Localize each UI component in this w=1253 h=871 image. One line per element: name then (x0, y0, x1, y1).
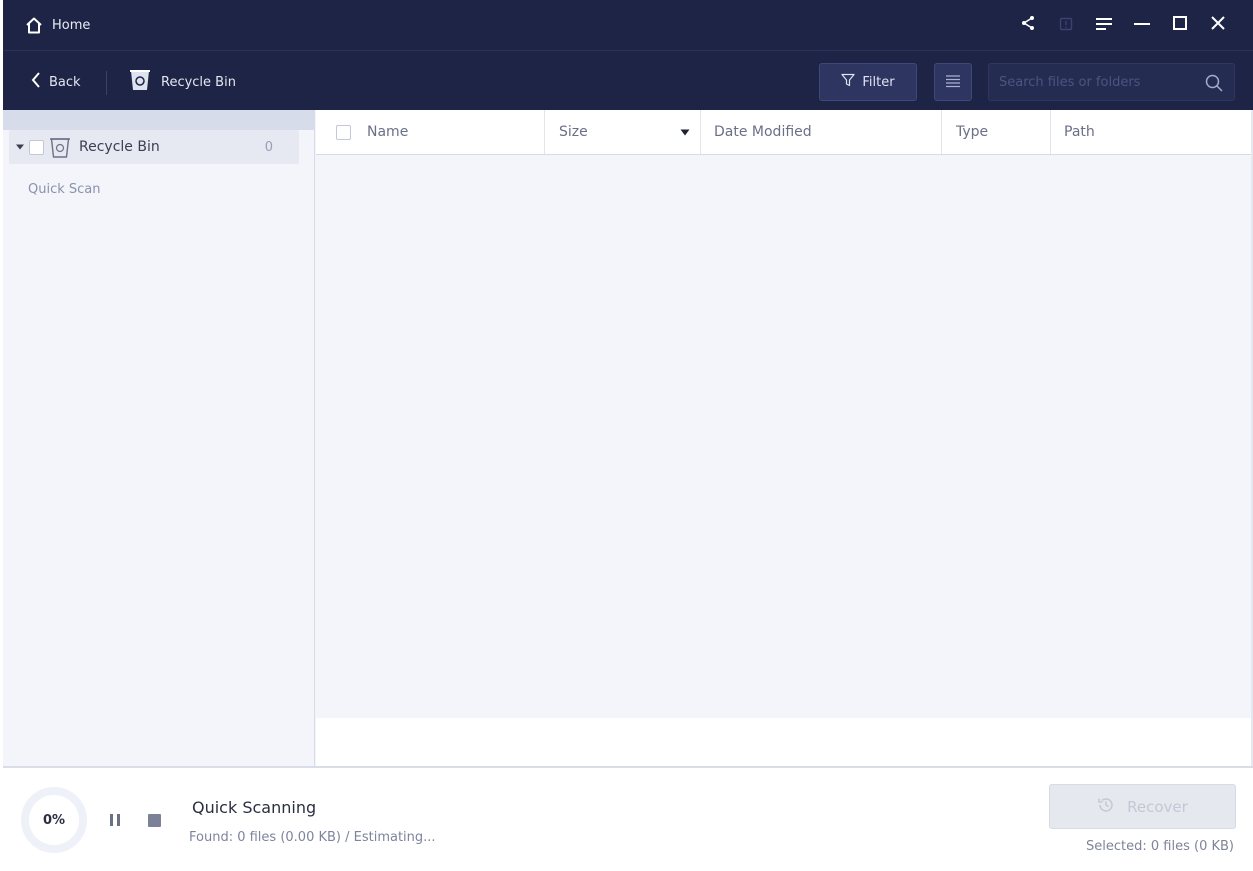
status-bar: 0% Quick Scanning Found: 0 files (0.00 K… (3, 766, 1253, 871)
scan-progress-ring: 0% (21, 787, 87, 853)
recycle-bin-icon (48, 135, 72, 159)
menu-button[interactable] (1085, 12, 1123, 38)
pause-button[interactable] (105, 814, 125, 830)
caret-down-icon[interactable] (13, 143, 27, 151)
feedback-button[interactable] (1047, 12, 1085, 38)
close-button[interactable] (1199, 12, 1237, 38)
quick-scan-label: Quick Scan (28, 182, 101, 197)
column-header-size[interactable]: Size (545, 110, 701, 154)
selected-summary: Selected: 0 files (0 KB) (1086, 839, 1234, 854)
toolbar-divider (106, 71, 107, 95)
search-icon[interactable] (1204, 73, 1224, 93)
recycle-bin-icon (129, 68, 151, 96)
share-icon (1020, 15, 1036, 35)
tree-item-checkbox[interactable] (29, 139, 44, 155)
column-header-path[interactable]: Path (1051, 110, 1251, 154)
file-table: Name Size Date Modified Type Path (316, 110, 1251, 718)
sort-desc-icon (680, 124, 690, 140)
feedback-icon (1059, 16, 1073, 35)
recover-label: Recover (1127, 797, 1188, 816)
breadcrumb: Recycle Bin (129, 69, 236, 95)
table-footer (316, 718, 1251, 766)
pause-icon (110, 814, 113, 826)
share-button[interactable] (1009, 12, 1047, 38)
table-header: Name Size Date Modified Type Path (316, 110, 1251, 155)
column-label-type: Type (956, 124, 989, 140)
window-controls (1009, 12, 1237, 38)
close-icon (1210, 15, 1226, 35)
home-icon (25, 17, 43, 34)
chevron-left-icon (31, 72, 41, 92)
recover-icon (1097, 796, 1115, 818)
sidebar-header (3, 110, 315, 130)
app-window: Home Back Recycle Bin Filter Search file… (3, 0, 1253, 871)
toolbar: Back Recycle Bin Filter (3, 50, 1253, 110)
menu-icon (1095, 16, 1113, 35)
back-label: Back (49, 74, 81, 90)
minimize-button[interactable] (1123, 12, 1161, 38)
scan-status-title: Quick Scanning (192, 798, 317, 817)
breadcrumb-label: Recycle Bin (161, 74, 236, 90)
tree-item-recycle-bin[interactable]: Recycle Bin 0 (9, 130, 299, 164)
sidebar: Recycle Bin 0 Quick Scan (3, 110, 315, 766)
scan-found-summary: Found: 0 files (0.00 KB) / Estimating... (189, 830, 436, 845)
column-label-date-modified: Date Modified (714, 124, 812, 140)
stop-button[interactable] (148, 814, 161, 827)
title-bar: Home (3, 0, 1253, 50)
filter-label: Filter (862, 74, 895, 90)
search-input[interactable] (999, 70, 1189, 94)
column-header-date-modified[interactable]: Date Modified (701, 110, 942, 154)
pause-icon (117, 814, 120, 826)
home-button[interactable]: Home (25, 14, 90, 36)
column-header-name[interactable]: Name (316, 110, 545, 154)
column-label-path: Path (1064, 124, 1095, 140)
search-box (988, 63, 1235, 101)
maximize-button[interactable] (1161, 12, 1199, 38)
maximize-icon (1172, 15, 1188, 35)
tree-item-label: Recycle Bin (79, 139, 160, 155)
select-all-checkbox[interactable] (336, 124, 351, 140)
filter-button[interactable]: Filter (819, 63, 917, 101)
minimize-icon (1133, 16, 1151, 35)
home-label: Home (52, 17, 91, 33)
filter-icon (841, 73, 855, 91)
recover-button[interactable]: Recover (1049, 784, 1236, 829)
list-view-icon (945, 73, 961, 92)
back-button[interactable]: Back (31, 71, 81, 93)
column-header-type[interactable]: Type (942, 110, 1051, 154)
list-view-button[interactable] (934, 63, 972, 101)
tree-item-count: 0 (264, 139, 273, 155)
column-label-name: Name (367, 124, 409, 140)
column-label-size: Size (559, 124, 588, 140)
